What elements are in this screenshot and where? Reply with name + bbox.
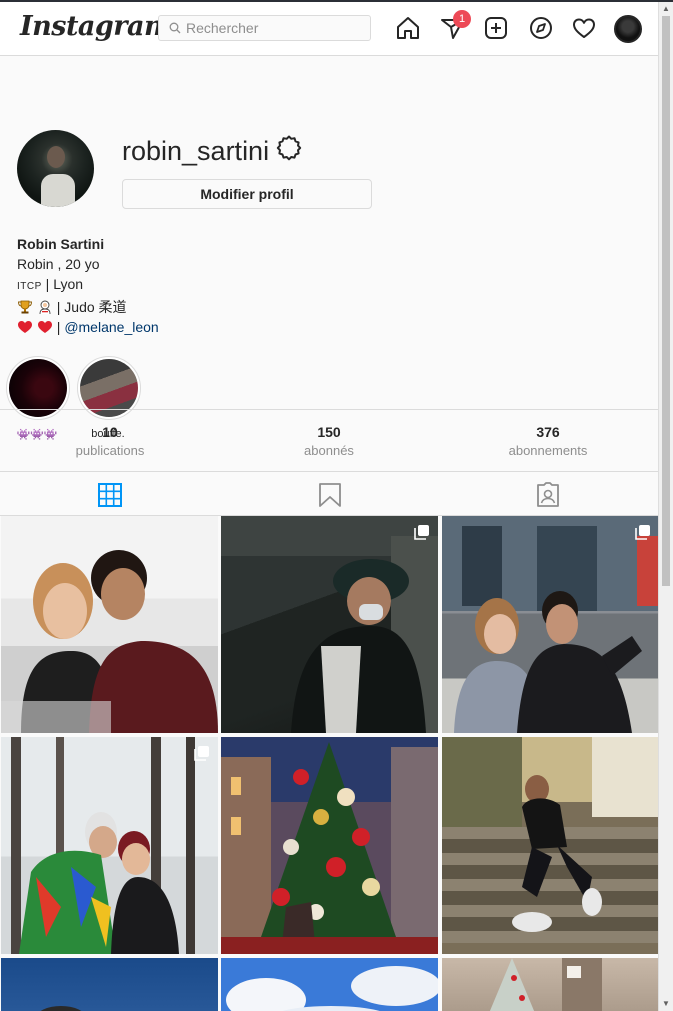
post-photo — [489, 958, 602, 1011]
scrollbar-thumb[interactable] — [662, 16, 670, 586]
instagram-logo[interactable]: Instagram — [20, 11, 173, 42]
scroll-up-arrow[interactable]: ▲ — [659, 2, 673, 16]
avatar-figure-head — [47, 146, 65, 168]
post-thumbnail[interactable] — [1, 958, 218, 1011]
profile-username: robin_sartini — [122, 136, 270, 166]
stat-value: 150 — [317, 424, 341, 440]
top-nav: Instagram 1 — [0, 2, 658, 56]
bio-line-4: | @melane_leon — [17, 317, 637, 337]
profile-avatar[interactable] — [17, 130, 94, 207]
post-photo — [221, 742, 438, 954]
stat-value: 10 — [102, 424, 118, 440]
edit-profile-button[interactable]: Modifier profil — [122, 179, 372, 209]
stat-label: publications — [75, 443, 145, 458]
profile-full-name: Robin Sartini — [17, 236, 105, 252]
post-thumbnail[interactable] — [221, 958, 438, 1011]
search-icon — [169, 21, 181, 39]
post-photo — [40, 1006, 82, 1011]
post-thumbnail[interactable] — [442, 516, 658, 733]
stat-label: abonnements — [508, 443, 588, 458]
multiple-photos-icon — [414, 524, 430, 545]
saved-icon[interactable] — [317, 482, 343, 508]
tagged-icon[interactable] — [535, 482, 561, 508]
post-photo — [226, 966, 438, 1011]
profile-stats: 10 publications 150 abonnés 376 abonneme… — [0, 409, 658, 472]
post-photo — [11, 737, 195, 954]
post-photo — [1, 550, 218, 733]
stat-following[interactable]: 376 abonnements — [448, 424, 648, 458]
direct-icon[interactable]: 1 — [440, 10, 471, 41]
notification-badge: 1 — [453, 10, 471, 28]
settings-gear-icon[interactable] — [276, 135, 302, 166]
martial-arts-emoji-icon — [37, 299, 53, 315]
explore-icon[interactable] — [528, 15, 554, 41]
bio-line-1: Robin , 20 yo — [17, 256, 100, 272]
profile-bio: Robin Sartini Robin , 20 yo ITCP | Lyon … — [17, 234, 637, 337]
search-input[interactable] — [186, 19, 366, 37]
stat-label: abonnés — [304, 443, 354, 458]
red-heart-emoji-icon — [17, 319, 33, 333]
profile-avatar-icon[interactable] — [614, 15, 642, 43]
post-photo — [442, 737, 658, 943]
post-thumbnail[interactable] — [221, 737, 438, 954]
trophy-emoji-icon — [17, 299, 33, 314]
nav-icons: 1 — [395, 10, 645, 45]
post-photo — [221, 516, 438, 733]
mention-link[interactable]: @melane_leon — [64, 319, 158, 335]
post-thumbnail[interactable] — [1, 737, 218, 954]
post-photo — [442, 516, 658, 733]
search-box[interactable] — [158, 15, 371, 41]
post-thumbnail[interactable] — [1, 516, 218, 733]
multiple-photos-icon — [194, 745, 210, 766]
stat-publications: 10 publications — [10, 424, 210, 458]
vertical-scrollbar[interactable]: ▲ ▼ — [658, 2, 673, 1011]
stat-value: 376 — [536, 424, 560, 440]
activity-heart-icon[interactable] — [571, 15, 597, 41]
grid-icon[interactable] — [97, 482, 123, 508]
avatar-figure-body — [41, 174, 75, 207]
bio-line-2: ITCP | Lyon — [17, 276, 84, 292]
stat-followers[interactable]: 150 abonnés — [229, 424, 429, 458]
profile-header: robin_sartini Modifier profil Robin Sart… — [0, 56, 658, 456]
new-post-icon[interactable] — [483, 15, 509, 41]
post-thumbnail[interactable] — [442, 958, 658, 1011]
red-heart-emoji-icon — [37, 319, 53, 333]
instagram-profile-page: Instagram 1 — [0, 2, 658, 1011]
profile-tabs — [0, 471, 658, 516]
post-thumbnail[interactable] — [221, 516, 438, 733]
home-icon[interactable] — [395, 15, 421, 41]
multiple-photos-icon — [635, 524, 651, 545]
scroll-down-arrow[interactable]: ▼ — [659, 997, 673, 1011]
post-thumbnail[interactable] — [442, 737, 658, 954]
bio-line-3: | Judo 柔道 — [17, 297, 637, 317]
